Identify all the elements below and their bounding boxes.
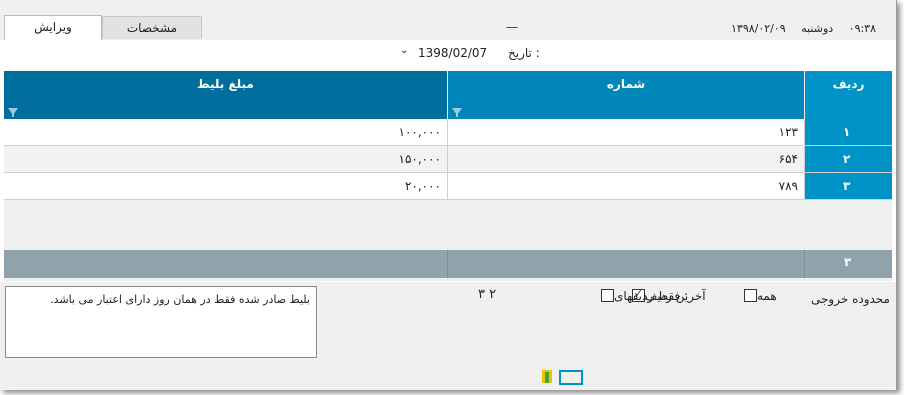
row-index-cell[interactable]: ۱ <box>805 119 892 146</box>
save-icon <box>559 370 583 385</box>
datetime-display: ۰۹:۳۸ دوشنبه ۱۳۹۸/۰۲/۰۹ <box>719 22 876 35</box>
only-rows-label: فقط ردیفهای : <box>614 289 688 303</box>
amount-cell[interactable]: ۱۰۰,۰۰۰ <box>4 119 448 146</box>
column-header-number[interactable]: شماره <box>448 71 804 119</box>
filter-icon[interactable] <box>452 108 462 117</box>
checkbox-only-rows[interactable] <box>601 289 614 302</box>
column-header-index[interactable]: ردیف <box>805 71 892 119</box>
amount-cell[interactable]: ۲۰,۰۰۰ <box>4 173 448 200</box>
date-text: ۱۳۹۸/۰۲/۰۹ <box>731 22 786 35</box>
content-panel: تاریخ : 1398/02/07 ⌄ مبلغ بلیط شماره ردی… <box>0 40 896 390</box>
tab-edit[interactable]: ویرایش <box>4 15 102 41</box>
time-text: ۰۹:۳۸ <box>848 22 876 35</box>
number-cell[interactable]: ۶۵۴ <box>448 146 805 173</box>
row-count: ۳ <box>844 255 852 269</box>
row-index-cell[interactable]: ۳ <box>805 173 892 200</box>
checkbox-all[interactable] <box>744 289 757 302</box>
table-row[interactable]: ۲۰,۰۰۰ ۷۸۹ ۳ <box>4 173 892 200</box>
exit-icon-accent <box>545 372 549 383</box>
table-row[interactable]: ۱۰۰,۰۰۰ ۱۲۳ ۱ <box>4 119 892 146</box>
column-header-number-label: شماره <box>606 77 646 91</box>
number-cell[interactable]: ۷۸۹ <box>448 173 805 200</box>
all-checkbox[interactable]: همه <box>741 289 777 303</box>
weekday-text: دوشنبه <box>801 22 834 35</box>
tickets-grid: مبلغ بلیط شماره ردیف ۱۰۰,۰۰۰ ۱۲۳ ۱ ۱۵۰,۰… <box>4 71 892 281</box>
grid-footer: ۳ <box>4 250 892 278</box>
column-header-amount[interactable]: مبلغ بلیط <box>4 71 447 119</box>
only-rows-checkbox[interactable]: فقط ردیفهای : <box>598 289 688 303</box>
column-header-amount-label: مبلغ بلیط <box>197 77 254 91</box>
app-window: ویرایش مشخصات — ۰۹:۳۸ دوشنبه ۱۳۹۸/۰۲/۰۹ … <box>0 0 897 390</box>
output-range-label: محدوده خروجی <box>811 292 890 306</box>
date-filter-label: تاریخ : <box>508 46 540 60</box>
toolbar-icons <box>542 370 583 385</box>
only-rows-input[interactable]: ۳ ۲ <box>478 287 496 302</box>
all-label: همه <box>757 289 777 303</box>
divider <box>447 250 448 278</box>
bottom-panel: بلیط صادر شده فقط در همان روز دارای اعتب… <box>0 282 896 390</box>
chevron-down-icon[interactable]: ⌄ <box>400 45 408 56</box>
tab-strip: ویرایش مشخصات — ۰۹:۳۸ دوشنبه ۱۳۹۸/۰۲/۰۹ <box>0 8 896 41</box>
tab-specifications[interactable]: مشخصات <box>102 16 202 39</box>
filter-icon[interactable] <box>8 108 18 117</box>
table-row[interactable]: ۱۵۰,۰۰۰ ۶۵۴ ۲ <box>4 146 892 173</box>
note-textarea[interactable]: بلیط صادر شده فقط در همان روز دارای اعتب… <box>5 286 317 358</box>
tab-placeholder: — <box>506 20 518 34</box>
column-header-index-label: ردیف <box>832 77 865 91</box>
number-cell[interactable]: ۱۲۳ <box>448 119 805 146</box>
amount-cell[interactable]: ۱۵۰,۰۰۰ <box>4 146 448 173</box>
row-index-cell[interactable]: ۲ <box>805 146 892 173</box>
output-range: همه آخرین ردیف فقط ردیفهای : ۳ ۲ محدوده … <box>328 282 896 310</box>
date-filter-value[interactable]: 1398/02/07 <box>418 46 487 60</box>
divider <box>804 250 805 278</box>
